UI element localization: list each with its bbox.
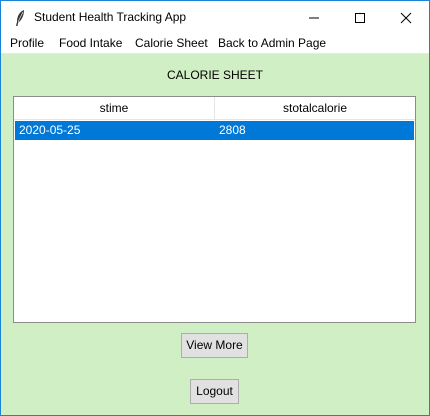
app-window: Student Health Tracking App Profile Food… (0, 0, 430, 416)
menu-back-to-admin[interactable]: Back to Admin Page (218, 36, 326, 50)
column-header-stotalcalorie[interactable]: stotalcalorie (215, 97, 415, 119)
maximize-button[interactable] (337, 1, 383, 34)
cell-stotalcalorie: 2808 (219, 123, 246, 137)
close-icon (400, 12, 412, 24)
column-header-stime[interactable]: stime (14, 97, 214, 119)
menu-profile[interactable]: Profile (10, 36, 44, 50)
menu-calorie-sheet[interactable]: Calorie Sheet (135, 36, 208, 50)
menu-food-intake[interactable]: Food Intake (59, 36, 122, 50)
minimize-icon (309, 17, 319, 19)
page-title: CALORIE SHEET (166, 68, 264, 82)
table-header: stime stotalcalorie (14, 97, 415, 120)
menu-bar: Profile Food Intake Calorie Sheet Back t… (1, 34, 429, 53)
maximize-icon (355, 13, 365, 23)
title-bar[interactable]: Student Health Tracking App (1, 1, 429, 34)
main-content: CALORIE SHEET stime stotalcalorie 2020-0… (1, 53, 429, 415)
feather-icon (14, 9, 26, 27)
cell-stime: 2020-05-25 (19, 123, 81, 137)
minimize-button[interactable] (291, 1, 337, 34)
table-row[interactable]: 2020-05-25 2808 (15, 121, 414, 140)
calorie-table[interactable]: stime stotalcalorie 2020-05-25 2808 (13, 96, 416, 323)
view-more-button[interactable]: View More (181, 333, 248, 358)
window-title: Student Health Tracking App (34, 10, 187, 24)
logout-button[interactable]: Logout (190, 379, 239, 404)
close-button[interactable] (383, 1, 429, 34)
